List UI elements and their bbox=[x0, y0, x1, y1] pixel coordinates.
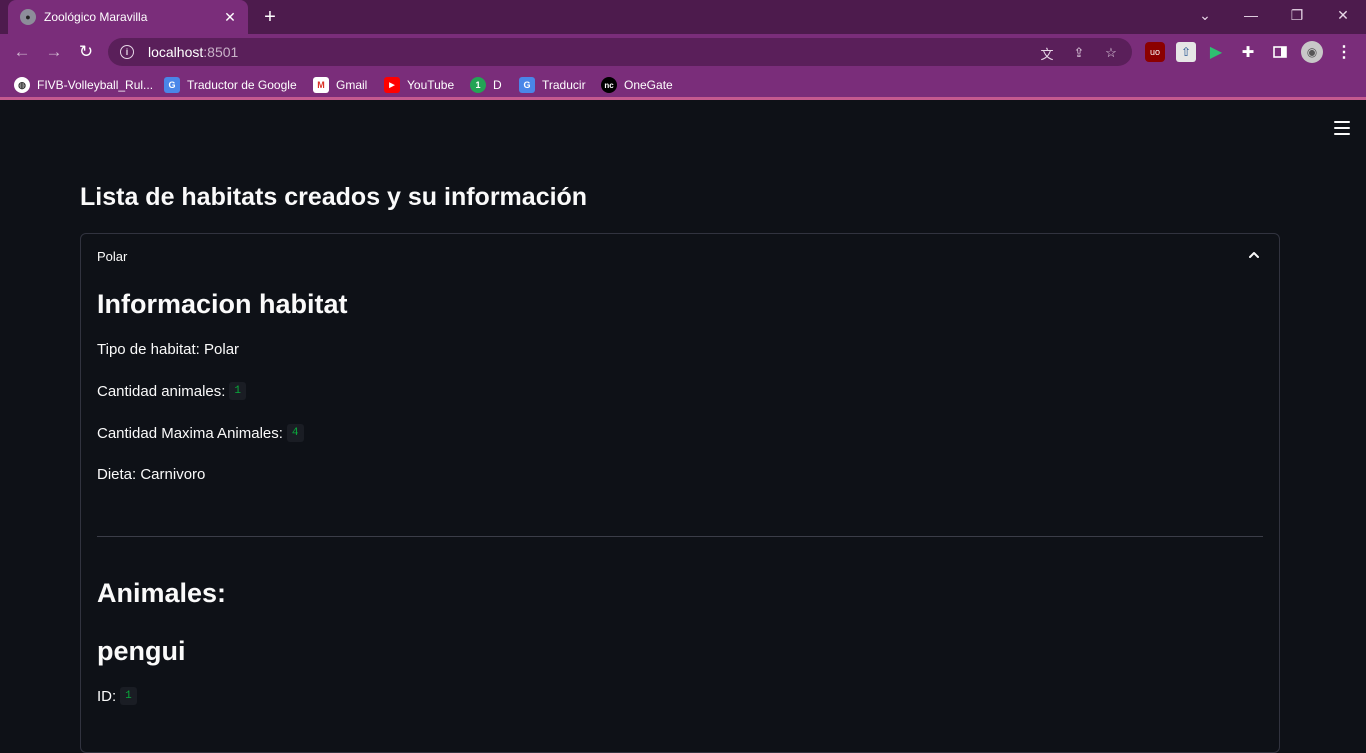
youtube-icon: ▶ bbox=[384, 77, 400, 93]
back-arrow-icon[interactable]: ← bbox=[10, 40, 34, 64]
bookmark-label: D bbox=[493, 78, 502, 92]
bookmark-label: Gmail bbox=[336, 78, 368, 92]
onegate-icon: nc bbox=[601, 77, 617, 93]
browser-toolbar: ← → ↻ i localhost :8501 文 ⇪ ☆ uo ⇧ ▶ ✚ ◉… bbox=[0, 34, 1366, 70]
ublock-extension-icon[interactable]: uo bbox=[1145, 42, 1165, 62]
bookmark-star-icon[interactable]: ☆ bbox=[1102, 44, 1120, 62]
dieta-text: Dieta: Carnivoro bbox=[97, 466, 205, 483]
bookmark-label: FIVB-Volleyball_Rul... bbox=[37, 78, 154, 92]
animal-id-value: 1 bbox=[120, 687, 137, 705]
expander-header-label[interactable]: Polar bbox=[97, 249, 127, 264]
url-host: localhost bbox=[148, 44, 204, 60]
tab-search-icon[interactable]: ⌄ bbox=[1182, 0, 1228, 30]
bookmark-fivb[interactable]: ◍ FIVB-Volleyball_Rul... bbox=[14, 76, 153, 94]
url-port: :8501 bbox=[203, 44, 239, 60]
extensions-puzzle-icon[interactable]: ✚ bbox=[1238, 42, 1258, 62]
bookmark-onegate[interactable]: nc OneGate bbox=[601, 76, 673, 94]
bookmark-d[interactable]: 1 D bbox=[470, 76, 502, 94]
bookmark-label: YouTube bbox=[407, 78, 455, 92]
gmail-icon: M bbox=[313, 77, 329, 93]
cantidad-maxima-value: 4 bbox=[286, 424, 304, 442]
one-icon: 1 bbox=[470, 77, 486, 93]
address-bar[interactable]: i localhost :8501 文 ⇪ ☆ bbox=[108, 38, 1132, 66]
cantidad-maxima-text: Cantidad Maxima Animales: 4 bbox=[97, 424, 304, 442]
animal-id-label: ID: bbox=[97, 687, 117, 705]
translate-icon[interactable]: 文 bbox=[1038, 44, 1056, 62]
browser-titlebar: ● Zoológico Maravilla ✕ + ⌄ — ❐ ✕ bbox=[0, 0, 1366, 34]
app-main: Lista de habitats creados y su informaci… bbox=[0, 103, 1366, 753]
cantidad-maxima-label: Cantidad Maxima Animales: bbox=[97, 424, 283, 442]
bookmark-traductor-google[interactable]: G Traductor de Google bbox=[164, 76, 297, 94]
cantidad-animales-value: 1 bbox=[229, 382, 247, 400]
site-info-icon[interactable]: i bbox=[120, 45, 134, 59]
upload-extension-icon[interactable]: ⇧ bbox=[1176, 42, 1196, 62]
bookmark-youtube[interactable]: ▶ YouTube bbox=[384, 76, 454, 94]
cantidad-animales-label: Cantidad animales: bbox=[97, 382, 226, 400]
bookmark-gmail[interactable]: M Gmail bbox=[313, 76, 367, 94]
minimize-button[interactable]: — bbox=[1228, 0, 1274, 30]
google-translate-icon: G bbox=[164, 77, 180, 93]
share-icon[interactable]: ⇪ bbox=[1070, 44, 1088, 62]
tipo-habitat-label: Tipo de habitat: Polar bbox=[97, 341, 240, 358]
browser-menu-icon[interactable]: ⋮ bbox=[1334, 42, 1354, 62]
bookmark-traducir[interactable]: G Traducir bbox=[519, 76, 586, 94]
koala-favicon-icon: ● bbox=[20, 9, 36, 25]
bookmark-label: OneGate bbox=[624, 78, 673, 92]
forward-arrow-icon[interactable]: → bbox=[42, 40, 66, 64]
play-extension-icon[interactable]: ▶ bbox=[1206, 42, 1226, 62]
bookmarks-bar: ◍ FIVB-Volleyball_Rul... G Traductor de … bbox=[0, 70, 1366, 100]
side-panel-icon[interactable] bbox=[1270, 42, 1290, 62]
cantidad-animales-text: Cantidad animales: 1 bbox=[97, 382, 247, 400]
animal-name-heading: pengui bbox=[97, 636, 186, 666]
reload-icon[interactable]: ↻ bbox=[74, 40, 98, 64]
habitat-expander: Polar Informacion habitat Tipo de habita… bbox=[80, 233, 1280, 753]
bookmark-label: Traductor de Google bbox=[187, 78, 297, 92]
profile-avatar[interactable]: ◉ bbox=[1301, 41, 1323, 63]
section-divider bbox=[97, 536, 1263, 537]
globe-icon: ◍ bbox=[14, 77, 30, 93]
restore-button[interactable]: ❐ bbox=[1274, 0, 1320, 30]
animal-id-text: ID: 1 bbox=[97, 687, 137, 705]
page-title: Lista de habitats creados y su informaci… bbox=[80, 183, 588, 211]
tab-title: Zoológico Maravilla bbox=[44, 10, 148, 24]
browser-tab[interactable]: ● Zoológico Maravilla ✕ bbox=[8, 0, 248, 34]
hamburger-menu-icon[interactable] bbox=[1334, 121, 1350, 135]
bookmark-label: Traducir bbox=[542, 78, 586, 92]
google-translate-icon: G bbox=[519, 77, 535, 93]
info-heading: Informacion habitat bbox=[97, 289, 348, 319]
chevron-up-icon[interactable] bbox=[1249, 250, 1259, 260]
tipo-habitat-text: Tipo de habitat: Polar bbox=[97, 341, 239, 358]
close-tab-icon[interactable]: ✕ bbox=[222, 9, 238, 25]
close-window-button[interactable]: ✕ bbox=[1320, 0, 1366, 30]
dieta-label: Dieta: Carnivoro bbox=[97, 466, 206, 483]
new-tab-button[interactable]: + bbox=[258, 5, 282, 29]
animales-heading: Animales: bbox=[97, 578, 227, 608]
